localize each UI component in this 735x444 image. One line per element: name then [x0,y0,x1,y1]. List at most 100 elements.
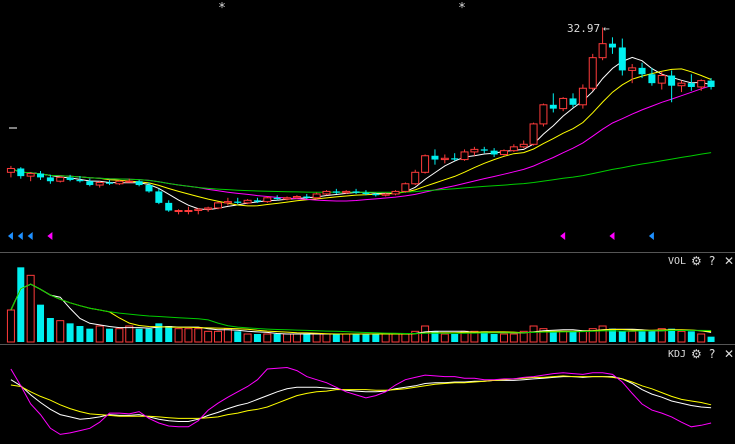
volume-bar [401,333,410,343]
candle-body [145,185,153,192]
stock-chart-window: * * 32.97 ← VOL ⚙ ? ✕ KDJ ⚙ ? ✕ [0,0,735,444]
candle-body [125,180,134,183]
candle-body [362,192,370,194]
volume-bar [95,325,104,343]
volume-bar [381,333,390,343]
candle-body [687,83,695,87]
volume-bar [312,333,321,343]
vol-panel-title: VOL [668,256,686,267]
candle-body [155,191,163,203]
volume-bar [145,328,153,342]
close-icon[interactable]: ✕ [724,347,734,361]
candle [499,149,508,156]
candle-body [648,74,656,84]
candle-body [372,193,380,196]
candle-body [431,155,439,160]
candle-body [273,197,281,200]
volume-bar [125,325,134,343]
volume-bar [687,331,695,342]
candle-body [6,167,15,173]
candle-body [697,80,706,88]
candle-body [588,57,597,89]
candle-body [76,179,84,182]
candle-body [440,157,449,161]
candle-body [303,196,311,198]
candle-body [608,43,616,48]
volume-bar [332,334,340,342]
candle-body [165,202,173,211]
volume-bar [529,325,538,343]
candle-body [628,67,637,71]
candle-body [332,191,340,193]
candle-body [677,82,686,87]
candle-body [391,190,400,195]
help-icon[interactable]: ? [709,254,715,268]
volume-bar [106,328,114,342]
candle-body [214,202,223,209]
candle-body [135,181,143,186]
volume-bar [638,331,646,342]
candle-body [234,201,242,203]
candle-body [499,150,508,155]
candle [529,122,538,146]
candle-body [569,98,577,105]
candle [559,97,568,112]
candle-body [243,199,252,204]
candle-body [322,190,331,195]
candle-body [95,181,104,186]
candle [588,53,597,91]
volume-bar [697,333,706,343]
volume-bar [499,333,508,343]
volume-bar [628,330,637,343]
volume-bar [165,326,173,342]
candle-body [115,180,124,185]
candle-body [184,210,193,213]
close-icon[interactable]: ✕ [724,254,734,268]
volume-bar [184,328,193,343]
volume-bar [303,334,311,342]
candle [56,176,65,183]
volume-bar [490,334,498,342]
candle-body [598,43,607,59]
candle-body [174,210,183,213]
volume-bar [135,328,143,342]
gear-icon[interactable]: ⚙ [691,347,702,361]
candle-body [56,176,65,182]
volume-bar [46,318,54,342]
candle-body [509,146,518,152]
candle-body [707,80,715,87]
candle-body [292,196,301,199]
candle-body [460,151,469,161]
candle-body [352,191,360,193]
candle [578,84,587,109]
candle-body [618,47,626,71]
volume-bar [115,328,124,343]
max-price-arrow: ← [603,22,610,35]
volume-bar [234,331,242,342]
candle-body [657,75,666,84]
volume-bar [372,334,380,342]
help-icon[interactable]: ? [709,347,715,361]
volume-bar [362,334,370,342]
candle-body [263,197,272,203]
volume-bar [6,309,15,343]
candle [263,196,272,203]
candle-body [46,177,54,182]
chart-canvas[interactable]: * * 32.97 ← VOL ⚙ ? ✕ KDJ ⚙ ? ✕ [0,0,735,444]
candle-body [106,182,114,184]
candle [421,154,430,174]
candle-body [204,207,213,210]
volume-bar [292,333,301,343]
volume-bar [86,328,94,342]
gear-icon[interactable]: ⚙ [691,254,702,268]
volume-bar [549,331,557,342]
candle-body [342,190,351,194]
star-marker-1: * [219,1,226,16]
candle-body [578,87,587,106]
candle-body [529,123,538,145]
volume-bar [66,323,74,342]
volume-bar [352,334,360,342]
volume-bar [243,333,252,343]
candle-body [381,193,390,196]
volume-bar [17,267,25,342]
